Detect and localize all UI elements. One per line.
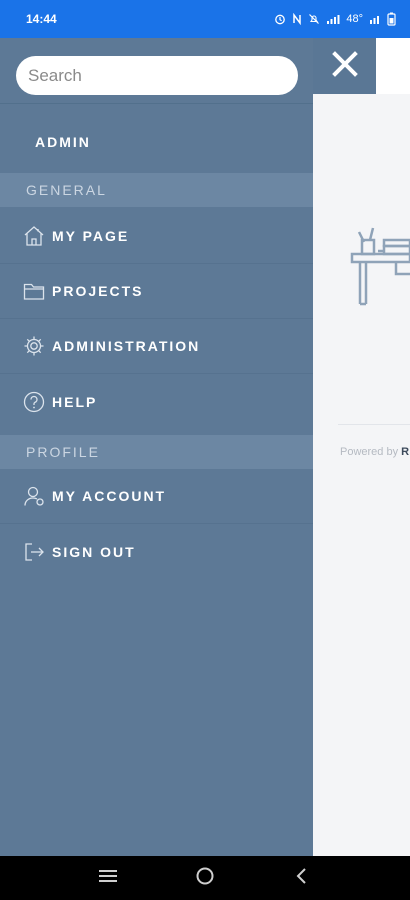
section-header-general: GENERAL [0, 173, 313, 207]
network-badge: 48° [346, 13, 363, 25]
recents-icon [98, 868, 118, 889]
search-box[interactable] [16, 56, 298, 95]
search-input[interactable] [28, 65, 286, 86]
status-icons: 48° [274, 12, 396, 26]
menu-item-sign-out[interactable]: SIGN OUT [0, 524, 313, 579]
menu-item-label: PROJECTS [52, 283, 144, 299]
status-bar: 14:44 48° [0, 0, 410, 38]
menu-item-label: SIGN OUT [52, 543, 136, 560]
background-divider [338, 424, 410, 425]
user-label: ADMIN [35, 134, 91, 150]
home-button[interactable] [185, 858, 225, 898]
mute-icon [308, 13, 320, 25]
menu-item-my-account[interactable]: MY ACCOUNT [0, 469, 313, 524]
sign-out-icon [22, 540, 46, 564]
section-header-profile: PROFILE [0, 435, 313, 469]
menu-item-label: ADMINISTRATION [52, 338, 201, 354]
user-icon [22, 484, 46, 508]
powered-by-brand[interactable]: R [401, 446, 409, 458]
signal-icon [326, 13, 340, 25]
gear-icon [22, 334, 46, 358]
menu-item-my-page[interactable]: MY PAGE [0, 209, 313, 264]
status-time: 14:44 [26, 12, 57, 26]
home-icon [22, 224, 46, 248]
back-icon [295, 867, 309, 890]
wifi-signal-icon [369, 13, 381, 25]
desk-icon [348, 224, 410, 313]
drawer-divider [0, 103, 313, 104]
menu-item-administration[interactable]: ADMINISTRATION [0, 319, 313, 374]
close-drawer-button[interactable] [313, 38, 376, 94]
menu-item-label: MY ACCOUNT [52, 488, 167, 504]
powered-by-text: Powered by [340, 446, 399, 458]
home-circle-icon [195, 866, 215, 891]
nfc-icon [292, 13, 302, 25]
powered-by-footer: Powered by R [340, 446, 409, 458]
recents-button[interactable] [88, 858, 128, 898]
navigation-drawer: ADMIN GENERAL MY PAGE PROJECTS ADMINISTR… [0, 38, 313, 856]
help-icon [22, 390, 46, 414]
menu-item-label: HELP [52, 393, 98, 410]
alarm-icon [274, 13, 286, 25]
menu-item-help[interactable]: HELP [0, 374, 313, 429]
background-header-panel [376, 38, 410, 94]
folder-icon [22, 279, 46, 303]
back-button[interactable] [282, 858, 322, 898]
menu-item-label: MY PAGE [52, 228, 130, 244]
close-icon [331, 50, 358, 82]
menu-item-projects[interactable]: PROJECTS [0, 264, 313, 319]
system-nav-bar [0, 856, 410, 900]
battery-icon [387, 12, 396, 26]
